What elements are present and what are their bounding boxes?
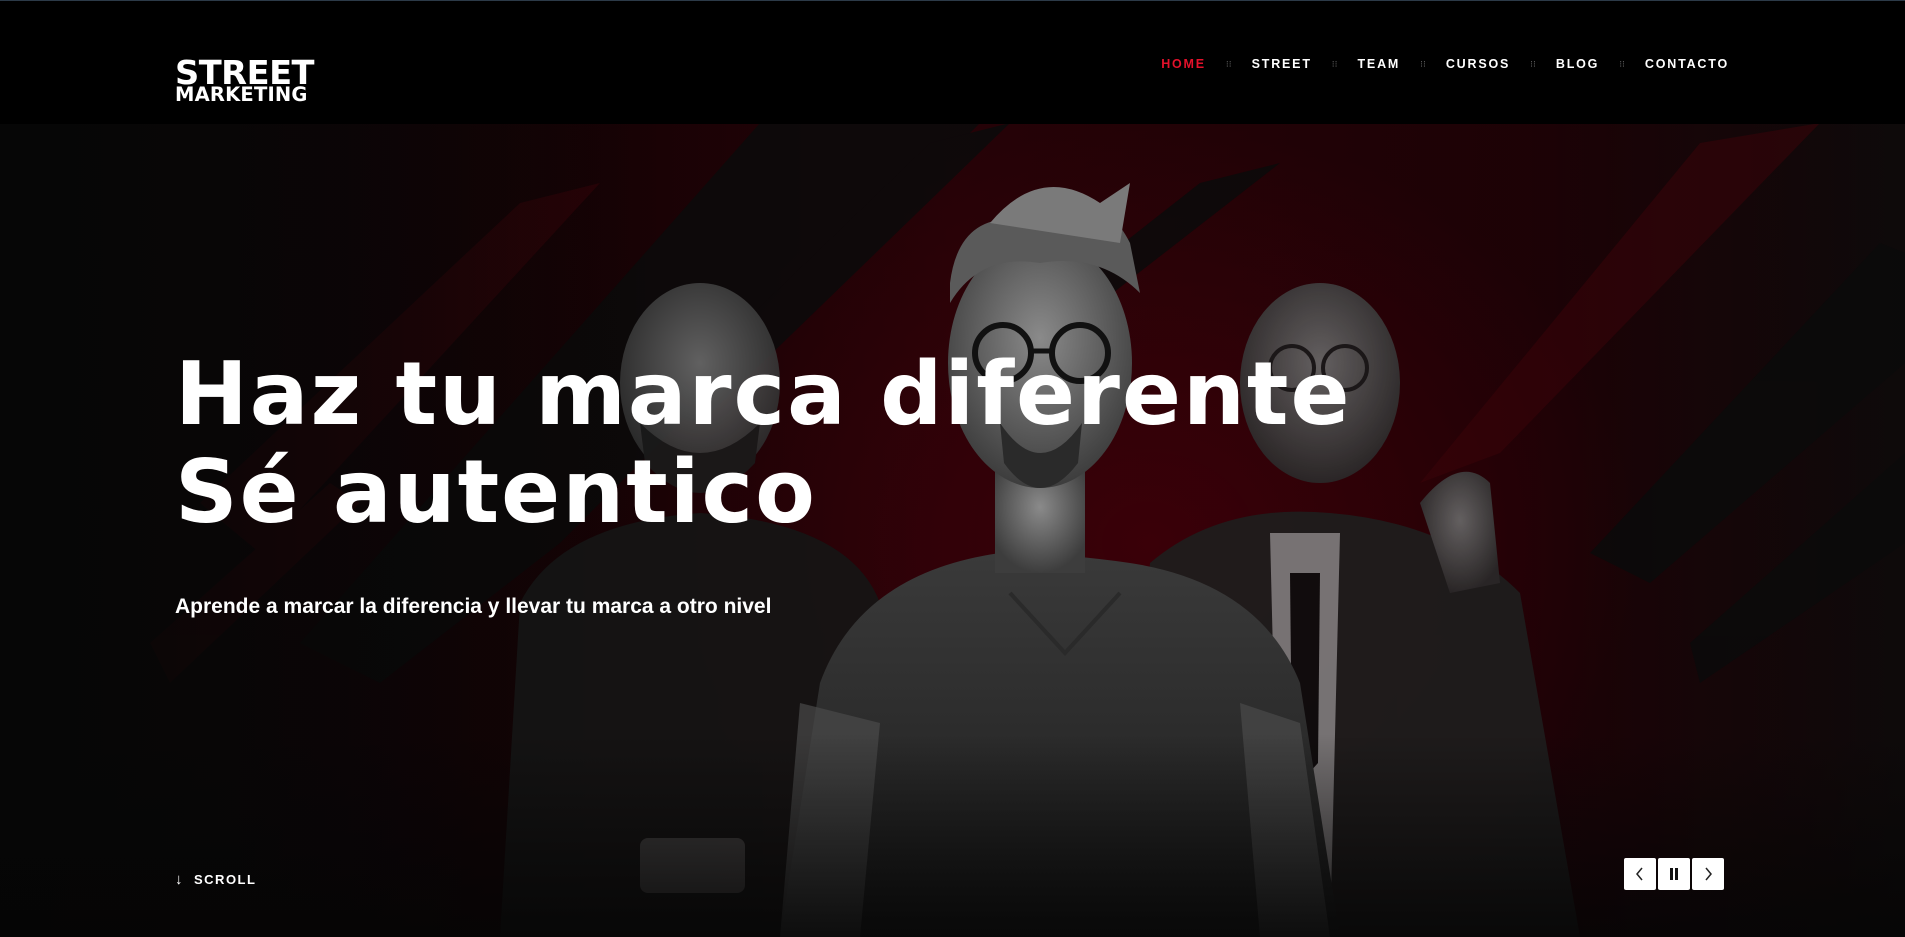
nav-separator: ⁝⁝ <box>1530 58 1536 69</box>
logo-line-1: STREET <box>175 53 315 92</box>
nav-item-blog[interactable]: BLOG <box>1556 57 1599 71</box>
nav-separator: ⁝⁝ <box>1331 58 1338 69</box>
scroll-down-link[interactable]: ↓ SCROLL <box>175 871 256 888</box>
hero-title-line-1: Haz tu marca diferente <box>175 343 1352 445</box>
slider-next-button[interactable] <box>1692 858 1724 890</box>
chevron-left-icon <box>1636 867 1643 881</box>
pause-icon <box>1670 868 1678 880</box>
nav-separator: ⁝⁝ <box>1619 58 1625 69</box>
hero-subtitle: Aprende a marcar la diferencia y llevar … <box>175 595 772 618</box>
chevron-right-icon <box>1705 867 1712 881</box>
arrow-down-icon: ↓ <box>175 871 184 888</box>
page: STREET MARKETING HOME ⁝⁝ STREET ⁝⁝ TEAM … <box>0 0 1905 937</box>
nav-item-home[interactable]: HOME <box>1161 57 1206 71</box>
slider-pause-button[interactable] <box>1658 858 1690 890</box>
slider-prev-button[interactable] <box>1624 858 1656 890</box>
nav-separator: ⁝⁝ <box>1420 58 1426 69</box>
hero-title: Haz tu marca diferente Sé autentico <box>175 345 1352 541</box>
nav-item-cursos[interactable]: CURSOS <box>1446 57 1510 71</box>
nav-separator: ⁝⁝ <box>1225 58 1232 69</box>
nav-item-street[interactable]: STREET <box>1252 57 1312 71</box>
logo[interactable]: STREET MARKETING <box>175 53 340 105</box>
nav-item-contacto[interactable]: CONTACTO <box>1645 57 1729 71</box>
hero-section: Haz tu marca diferente Sé autentico Apre… <box>0 123 1905 937</box>
nav-item-team[interactable]: TEAM <box>1358 57 1401 71</box>
main-nav: HOME ⁝⁝ STREET ⁝⁝ TEAM ⁝⁝ CURSOS ⁝⁝ BLOG… <box>1161 57 1729 71</box>
site-header: STREET MARKETING HOME ⁝⁝ STREET ⁝⁝ TEAM … <box>0 0 1905 124</box>
scroll-label: SCROLL <box>194 872 257 887</box>
hero-title-line-2: Sé autentico <box>175 441 817 543</box>
slider-controls <box>1624 858 1724 890</box>
